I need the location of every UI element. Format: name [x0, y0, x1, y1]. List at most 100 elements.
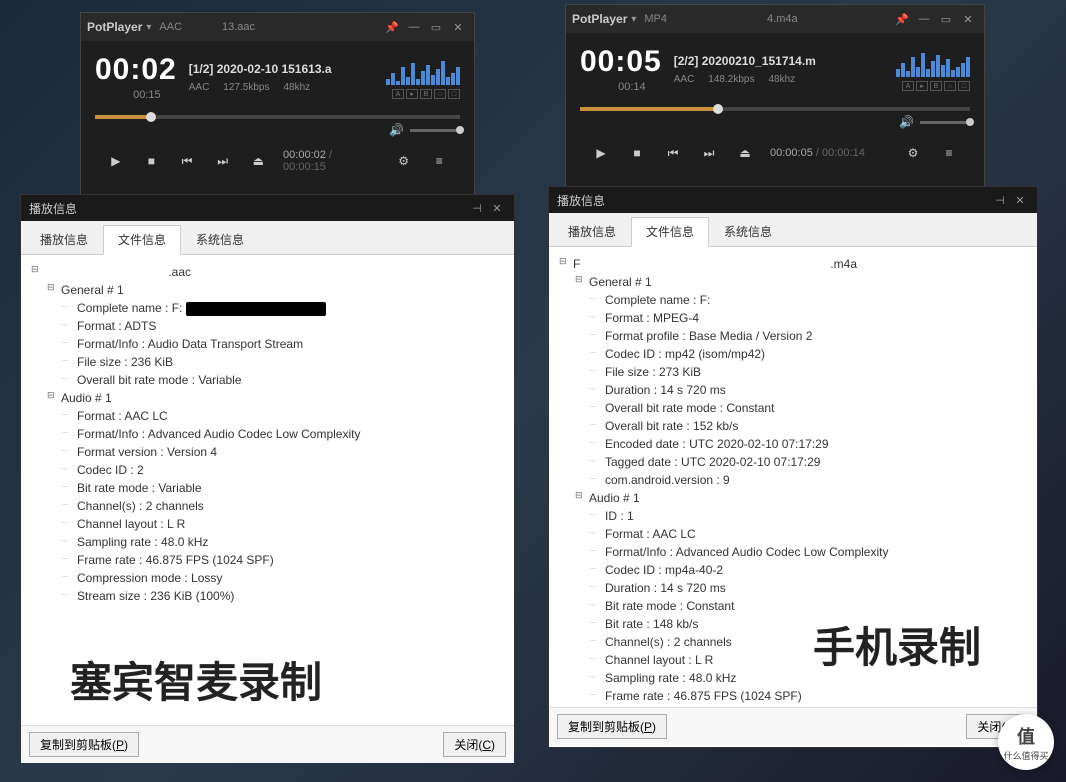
track-title: [1/2] 2020-02-10 151613.a	[189, 62, 386, 76]
tab-label: MP4	[644, 13, 667, 25]
seek-bar[interactable]	[95, 115, 460, 119]
tree-leaf: Codec ID : mp42 (isom/mp42)	[575, 345, 1027, 363]
current-time-large: 00:02	[95, 53, 177, 87]
visualizer	[386, 57, 460, 85]
tree-leaf: Complete name : F:	[575, 291, 1027, 309]
player-window-right: PotPlayer ▾ MP4 4.m4a 📌 — ▭ ✕ 00:05 00:1…	[565, 4, 985, 188]
stop-button[interactable]: ■	[135, 145, 169, 177]
gear-icon[interactable]: ⚙	[896, 137, 930, 169]
info-window-left: 播放信息 ⊣ ✕ 播放信息 文件信息 系统信息 .aac General # 1…	[20, 194, 515, 756]
tree-leaf: Format : MPEG-4	[575, 309, 1027, 327]
mini-controls[interactable]: A▸B○□	[386, 89, 460, 99]
audio-section[interactable]: Audio # 1	[575, 489, 1027, 507]
media-info-tree[interactable]: F.m4a General # 1 Complete name : F:Form…	[549, 247, 1037, 707]
tab-file-info[interactable]: 文件信息	[103, 225, 181, 255]
seek-bar[interactable]	[580, 107, 970, 111]
window-title: 播放信息	[29, 200, 77, 217]
pin-icon[interactable]: ⊣	[468, 199, 486, 217]
tab-system-info[interactable]: 系统信息	[181, 225, 259, 254]
close-button[interactable]: 关闭(C)	[443, 732, 506, 757]
playback-controls: ▶ ■ ⏮ ⏭ ⏏ 00:00:02 / 00:00:15 ⚙ ≡	[95, 137, 460, 185]
current-time-large: 00:05	[580, 45, 662, 79]
tree-leaf: File size : 273 KiB	[575, 363, 1027, 381]
general-section[interactable]: General # 1	[47, 281, 504, 299]
tree-leaf: Format version : Version 4	[47, 443, 504, 461]
play-button[interactable]: ▶	[99, 145, 133, 177]
file-suffix: 13.aac	[222, 21, 255, 33]
minimize-button[interactable]: —	[914, 9, 934, 29]
tree-leaf: Bit rate : 148 kb/s	[575, 615, 1027, 633]
close-button[interactable]: ✕	[448, 17, 468, 37]
tab-playback-info[interactable]: 播放信息	[25, 225, 103, 254]
app-name: PotPlayer	[87, 20, 142, 34]
tree-leaf: Format : AAC LC	[47, 407, 504, 425]
tree-root[interactable]: .aac	[31, 263, 504, 281]
player-window-left: PotPlayer ▾ AAC 13.aac 📌 — ▭ ✕ 00:02 00:…	[80, 12, 475, 196]
next-button[interactable]: ⏭	[692, 137, 726, 169]
menu-icon[interactable]: ≡	[932, 137, 966, 169]
info-window-right: 播放信息 ⊣ ✕ 播放信息 文件信息 系统信息 F.m4a General # …	[548, 186, 1038, 748]
mini-controls[interactable]: A▸B○□	[896, 81, 970, 91]
chevron-down-icon[interactable]: ▾	[146, 22, 151, 33]
prev-button[interactable]: ⏮	[656, 137, 690, 169]
chevron-down-icon[interactable]: ▾	[631, 14, 636, 25]
tab-playback-info[interactable]: 播放信息	[553, 217, 631, 246]
player-titlebar[interactable]: PotPlayer ▾ MP4 4.m4a 📌 — ▭ ✕	[566, 5, 984, 33]
tab-file-info[interactable]: 文件信息	[631, 217, 709, 247]
visualizer	[896, 49, 970, 77]
tree-leaf: Encoded date : UTC 2020-02-10 07:17:29	[575, 435, 1027, 453]
playback-controls: ▶ ■ ⏮ ⏭ ⏏ 00:00:05 / 00:00:14 ⚙ ≡	[580, 129, 970, 177]
volume-slider[interactable]	[920, 121, 970, 124]
menu-icon[interactable]: ≡	[422, 145, 456, 177]
tree-leaf: Duration : 14 s 720 ms	[575, 381, 1027, 399]
volume-slider[interactable]	[410, 129, 460, 132]
close-button[interactable]: ✕	[488, 199, 506, 217]
info-titlebar[interactable]: 播放信息 ⊣ ✕	[549, 187, 1037, 213]
audio-section[interactable]: Audio # 1	[47, 389, 504, 407]
pin-icon[interactable]: ⊣	[991, 191, 1009, 209]
app-name: PotPlayer	[572, 12, 627, 26]
volume-icon[interactable]: 🔊	[899, 115, 914, 129]
pin-icon[interactable]: 📌	[892, 9, 912, 29]
tree-leaf: Channel layout : L R	[575, 651, 1027, 669]
tree-leaf: Format/Info : Audio Data Transport Strea…	[47, 335, 504, 353]
prev-button[interactable]: ⏮	[170, 145, 204, 177]
eject-button[interactable]: ⏏	[728, 137, 762, 169]
tabs: 播放信息 文件信息 系统信息	[549, 213, 1037, 247]
play-button[interactable]: ▶	[584, 137, 618, 169]
maximize-button[interactable]: ▭	[426, 17, 446, 37]
player-titlebar[interactable]: PotPlayer ▾ AAC 13.aac 📌 — ▭ ✕	[81, 13, 474, 41]
site-badge: 值 什么值得买	[998, 714, 1054, 770]
media-info-tree[interactable]: .aac General # 1 Complete name : F: Form…	[21, 255, 514, 725]
general-section[interactable]: General # 1	[575, 273, 1027, 291]
tree-leaf: Bit rate mode : Variable	[47, 479, 504, 497]
track-title: [2/2] 20200210_151714.m	[674, 54, 896, 68]
tree-leaf: Complete name : F:	[47, 299, 504, 317]
track-meta: AAC127.5kbps48khz	[189, 82, 386, 93]
tabs: 播放信息 文件信息 系统信息	[21, 221, 514, 255]
info-titlebar[interactable]: 播放信息 ⊣ ✕	[21, 195, 514, 221]
stop-button[interactable]: ■	[620, 137, 654, 169]
maximize-button[interactable]: ▭	[936, 9, 956, 29]
tree-leaf: Format/Info : Advanced Audio Codec Low C…	[575, 543, 1027, 561]
minimize-button[interactable]: —	[404, 17, 424, 37]
tree-leaf: Overall bit rate mode : Constant	[575, 399, 1027, 417]
tree-root[interactable]: F.m4a	[559, 255, 1027, 273]
tree-leaf: Stream size : 236 KiB (100%)	[47, 587, 504, 605]
copy-clipboard-button[interactable]: 复制到剪贴板(P)	[557, 714, 667, 739]
next-button[interactable]: ⏭	[206, 145, 240, 177]
window-title: 播放信息	[557, 192, 605, 209]
close-button[interactable]: ✕	[1011, 191, 1029, 209]
tree-leaf: Format/Info : Advanced Audio Codec Low C…	[47, 425, 504, 443]
pin-icon[interactable]: 📌	[382, 17, 402, 37]
close-button[interactable]: ✕	[958, 9, 978, 29]
tree-leaf: Overall bit rate mode : Variable	[47, 371, 504, 389]
gear-icon[interactable]: ⚙	[387, 145, 421, 177]
copy-clipboard-button[interactable]: 复制到剪贴板(P)	[29, 732, 139, 757]
tree-leaf: Frame rate : 46.875 FPS (1024 SPF)	[47, 551, 504, 569]
eject-button[interactable]: ⏏	[241, 145, 275, 177]
volume-icon[interactable]: 🔊	[389, 123, 404, 137]
duration-small: 00:14	[602, 81, 662, 93]
tab-system-info[interactable]: 系统信息	[709, 217, 787, 246]
tree-leaf: Channel(s) : 2 channels	[47, 497, 504, 515]
